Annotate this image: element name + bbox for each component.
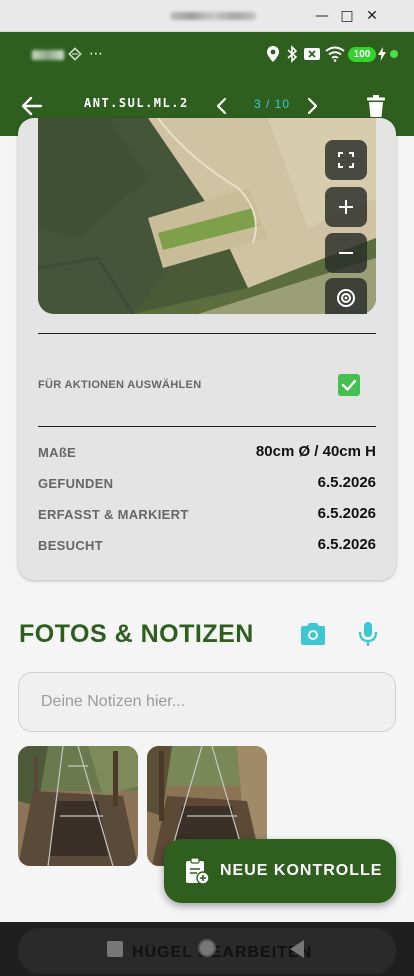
pager-counter: 3 / 10 — [254, 97, 291, 111]
no-sim-icon — [304, 48, 320, 60]
locate-icon — [337, 289, 355, 307]
battery-icon: 100 — [348, 47, 376, 62]
photo-thumbnail[interactable] — [18, 746, 138, 866]
zoom-out-icon — [339, 252, 353, 254]
window-titlebar: — □ ✕ — [0, 0, 414, 32]
more-notifications-icon: ⋯ — [89, 46, 103, 62]
minimize-button[interactable]: — — [314, 8, 330, 24]
close-window-button[interactable]: ✕ — [364, 8, 380, 24]
visited-label: BESUCHT — [38, 538, 103, 553]
maximize-button[interactable]: □ — [339, 8, 355, 24]
nav-recents-icon[interactable] — [107, 941, 123, 957]
page-title: ANT.SUL.ML.2 — [84, 96, 189, 110]
notification-icon — [68, 47, 82, 61]
checkmark-icon — [341, 379, 357, 391]
new-control-label: NEUE KONTROLLE — [220, 862, 383, 879]
dimensions-value: 80cm Ø / 40cm H — [255, 443, 376, 460]
camera-icon[interactable] — [299, 621, 327, 647]
microphone-icon[interactable] — [357, 620, 379, 648]
visited-value: 6.5.2026 — [317, 536, 376, 553]
fullscreen-button[interactable] — [325, 140, 367, 180]
photos-notes-heading: FOTOS & NOTIZEN — [19, 620, 254, 648]
found-value: 6.5.2026 — [317, 474, 376, 491]
trash-icon[interactable] — [362, 92, 390, 120]
wifi-icon — [325, 46, 345, 62]
new-control-button[interactable]: NEUE KONTROLLE — [164, 839, 396, 903]
select-for-actions-checkbox[interactable] — [338, 374, 360, 396]
nav-back-icon[interactable] — [288, 939, 306, 959]
recorded-marked-label: ERFASST & MARKIERT — [38, 507, 189, 522]
notification-icons-blurred — [32, 50, 64, 60]
window-title-blurred — [170, 12, 256, 20]
back-arrow-icon[interactable] — [18, 92, 46, 120]
chevron-left-icon[interactable] — [208, 92, 236, 120]
dimensions-label: MAßE — [38, 445, 77, 460]
recorded-marked-value: 6.5.2026 — [317, 505, 376, 522]
select-for-actions-label: FÜR AKTIONEN AUSWÄHLEN — [38, 379, 202, 391]
photo-image — [18, 746, 138, 866]
divider — [38, 333, 376, 334]
zoom-in-button[interactable] — [325, 187, 367, 227]
zoom-out-button[interactable] — [325, 233, 367, 273]
chevron-right-icon[interactable] — [298, 92, 326, 120]
zoom-in-icon — [339, 200, 353, 214]
status-dot — [390, 50, 398, 58]
status-bar: ⋯ 100 — [0, 32, 414, 76]
found-label: GEFUNDEN — [38, 476, 114, 491]
fullscreen-icon — [338, 152, 354, 168]
clipboard-add-icon — [186, 857, 210, 885]
divider — [38, 426, 376, 427]
charging-icon — [378, 47, 386, 61]
bottom-action-bar: HÜGEL BEARBEITEN — [0, 922, 414, 976]
location-icon — [267, 46, 279, 62]
bluetooth-icon — [287, 45, 298, 63]
locate-button[interactable] — [325, 278, 367, 314]
notes-input[interactable] — [18, 672, 396, 732]
edit-hill-label: HÜGEL BEARBEITEN — [132, 944, 313, 961]
nav-home-icon[interactable] — [196, 937, 218, 959]
